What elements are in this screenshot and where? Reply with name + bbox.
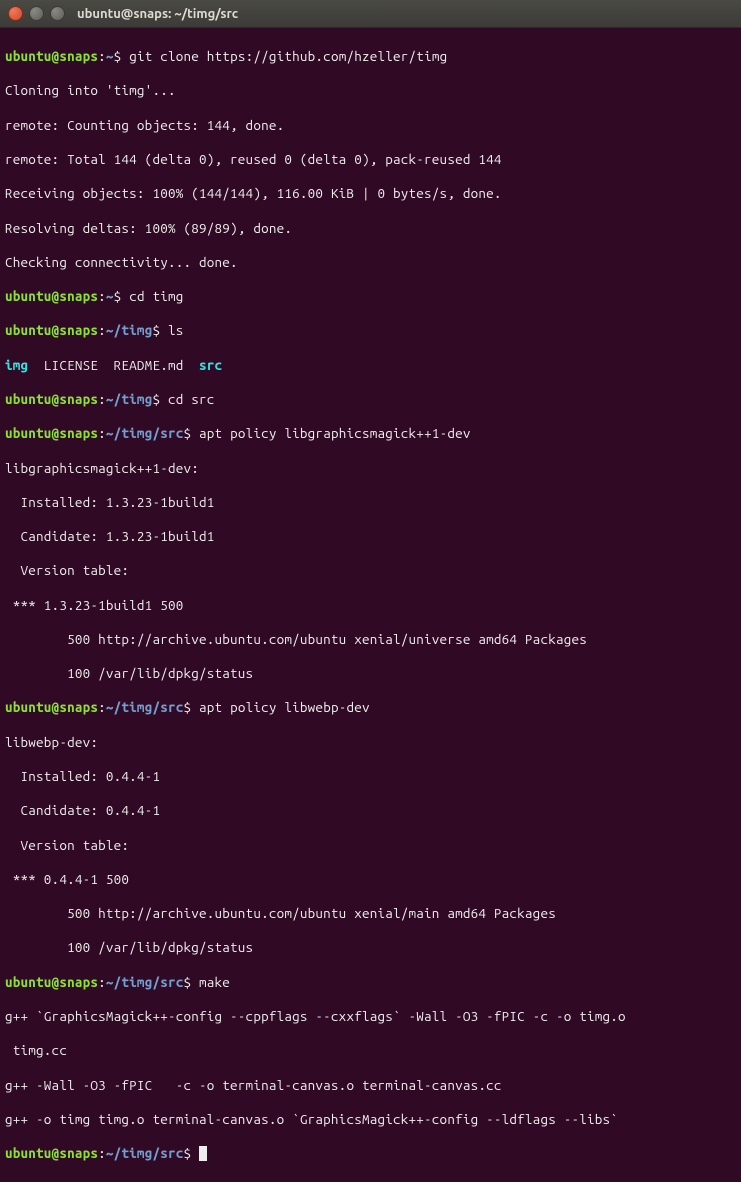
output-line: Installed: 0.4.4-1 — [5, 768, 736, 785]
output-line: timg.cc — [5, 1042, 736, 1059]
command-text: make — [199, 974, 230, 990]
cwd: ~/timg/src — [106, 1145, 184, 1161]
minimize-icon[interactable] — [29, 6, 44, 21]
dollar: $ — [184, 699, 200, 715]
output-line: Version table: — [5, 837, 736, 854]
output-line: 100 /var/lib/dpkg/status — [5, 665, 736, 682]
cursor — [199, 1146, 207, 1161]
output-line: Receiving objects: 100% (144/144), 116.0… — [5, 185, 736, 202]
close-icon[interactable] — [8, 6, 23, 21]
titlebar: ubuntu@snaps: ~/timg/src — [0, 0, 741, 28]
dollar: $ — [184, 425, 200, 441]
window-controls — [8, 6, 65, 21]
output-line: Checking connectivity... done. — [5, 254, 736, 271]
prompt-line: ubuntu@snaps:~/timg/src$ apt policy libg… — [5, 425, 736, 442]
output-line: 100 /var/lib/dpkg/status — [5, 939, 736, 956]
dollar: $ — [114, 48, 130, 64]
colon: : — [98, 322, 106, 338]
prompt-line: ubuntu@snaps:~/timg$ cd src — [5, 391, 736, 408]
colon: : — [98, 1145, 106, 1161]
prompt-line: ubuntu@snaps:~/timg/src$ — [5, 1145, 736, 1162]
maximize-icon[interactable] — [50, 6, 65, 21]
output-line: *** 1.3.23-1build1 500 — [5, 597, 736, 614]
cwd: ~/timg/src — [106, 699, 184, 715]
colon: : — [98, 425, 106, 441]
output-line: Installed: 1.3.23-1build1 — [5, 494, 736, 511]
output-line: libgraphicsmagick++1-dev: — [5, 460, 736, 477]
cwd: ~/timg/src — [106, 974, 184, 990]
output-line: *** 0.4.4-1 500 — [5, 871, 736, 888]
colon: : — [98, 288, 106, 304]
output-line: g++ -Wall -O3 -fPIC -c -o terminal-canva… — [5, 1077, 736, 1094]
command-text: apt policy libwebp-dev — [199, 699, 370, 715]
terminal-output[interactable]: ubuntu@snaps:~$ git clone https://github… — [0, 28, 741, 1182]
output-line: Resolving deltas: 100% (89/89), done. — [5, 220, 736, 237]
dollar: $ — [152, 322, 168, 338]
user-host: ubuntu@snaps — [5, 391, 98, 407]
prompt-line: ubuntu@snaps:~/timg/src$ make — [5, 974, 736, 991]
output-line: g++ -o timg timg.o terminal-canvas.o `Gr… — [5, 1111, 736, 1128]
command-text: ls — [168, 322, 184, 338]
output-line: libwebp-dev: — [5, 734, 736, 751]
output-line: Candidate: 0.4.4-1 — [5, 802, 736, 819]
output-line: 500 http://archive.ubuntu.com/ubuntu xen… — [5, 905, 736, 922]
colon: : — [98, 48, 106, 64]
ls-output: img LICENSE README.md src — [5, 357, 736, 374]
colon: : — [98, 391, 106, 407]
command-text: apt policy libgraphicsmagick++1-dev — [199, 425, 471, 441]
colon: : — [98, 974, 106, 990]
dollar: $ — [184, 1145, 200, 1161]
user-host: ubuntu@snaps — [5, 322, 98, 338]
cwd: ~ — [106, 48, 114, 64]
file-names: LICENSE README.md — [28, 357, 199, 373]
cwd: ~ — [106, 288, 114, 304]
output-line: remote: Counting objects: 144, done. — [5, 117, 736, 134]
cwd: ~/timg — [106, 391, 153, 407]
output-line: Version table: — [5, 562, 736, 579]
user-host: ubuntu@snaps — [5, 1145, 98, 1161]
user-host: ubuntu@snaps — [5, 288, 98, 304]
command-text: cd src — [168, 391, 215, 407]
user-host: ubuntu@snaps — [5, 425, 98, 441]
user-host: ubuntu@snaps — [5, 974, 98, 990]
command-text: cd timg — [129, 288, 183, 304]
prompt-line: ubuntu@snaps:~$ git clone https://github… — [5, 48, 736, 65]
cwd: ~/timg/src — [106, 425, 184, 441]
prompt-line: ubuntu@snaps:~$ cd timg — [5, 288, 736, 305]
dollar: $ — [152, 391, 168, 407]
command-text: git clone https://github.com/hzeller/tim… — [129, 48, 447, 64]
output-line: 500 http://archive.ubuntu.com/ubuntu xen… — [5, 631, 736, 648]
window-title: ubuntu@snaps: ~/timg/src — [77, 7, 238, 21]
output-line: remote: Total 144 (delta 0), reused 0 (d… — [5, 151, 736, 168]
cwd: ~/timg — [106, 322, 153, 338]
dir-name: img — [5, 357, 28, 373]
output-line: Candidate: 1.3.23-1build1 — [5, 528, 736, 545]
user-host: ubuntu@snaps — [5, 699, 98, 715]
user-host: ubuntu@snaps — [5, 48, 98, 64]
output-line: Cloning into 'timg'... — [5, 82, 736, 99]
dollar: $ — [114, 288, 130, 304]
colon: : — [98, 699, 106, 715]
prompt-line: ubuntu@snaps:~/timg/src$ apt policy libw… — [5, 699, 736, 716]
prompt-line: ubuntu@snaps:~/timg$ ls — [5, 322, 736, 339]
dollar: $ — [184, 974, 200, 990]
dir-name: src — [199, 357, 222, 373]
output-line: g++ `GraphicsMagick++-config --cppflags … — [5, 1008, 736, 1025]
